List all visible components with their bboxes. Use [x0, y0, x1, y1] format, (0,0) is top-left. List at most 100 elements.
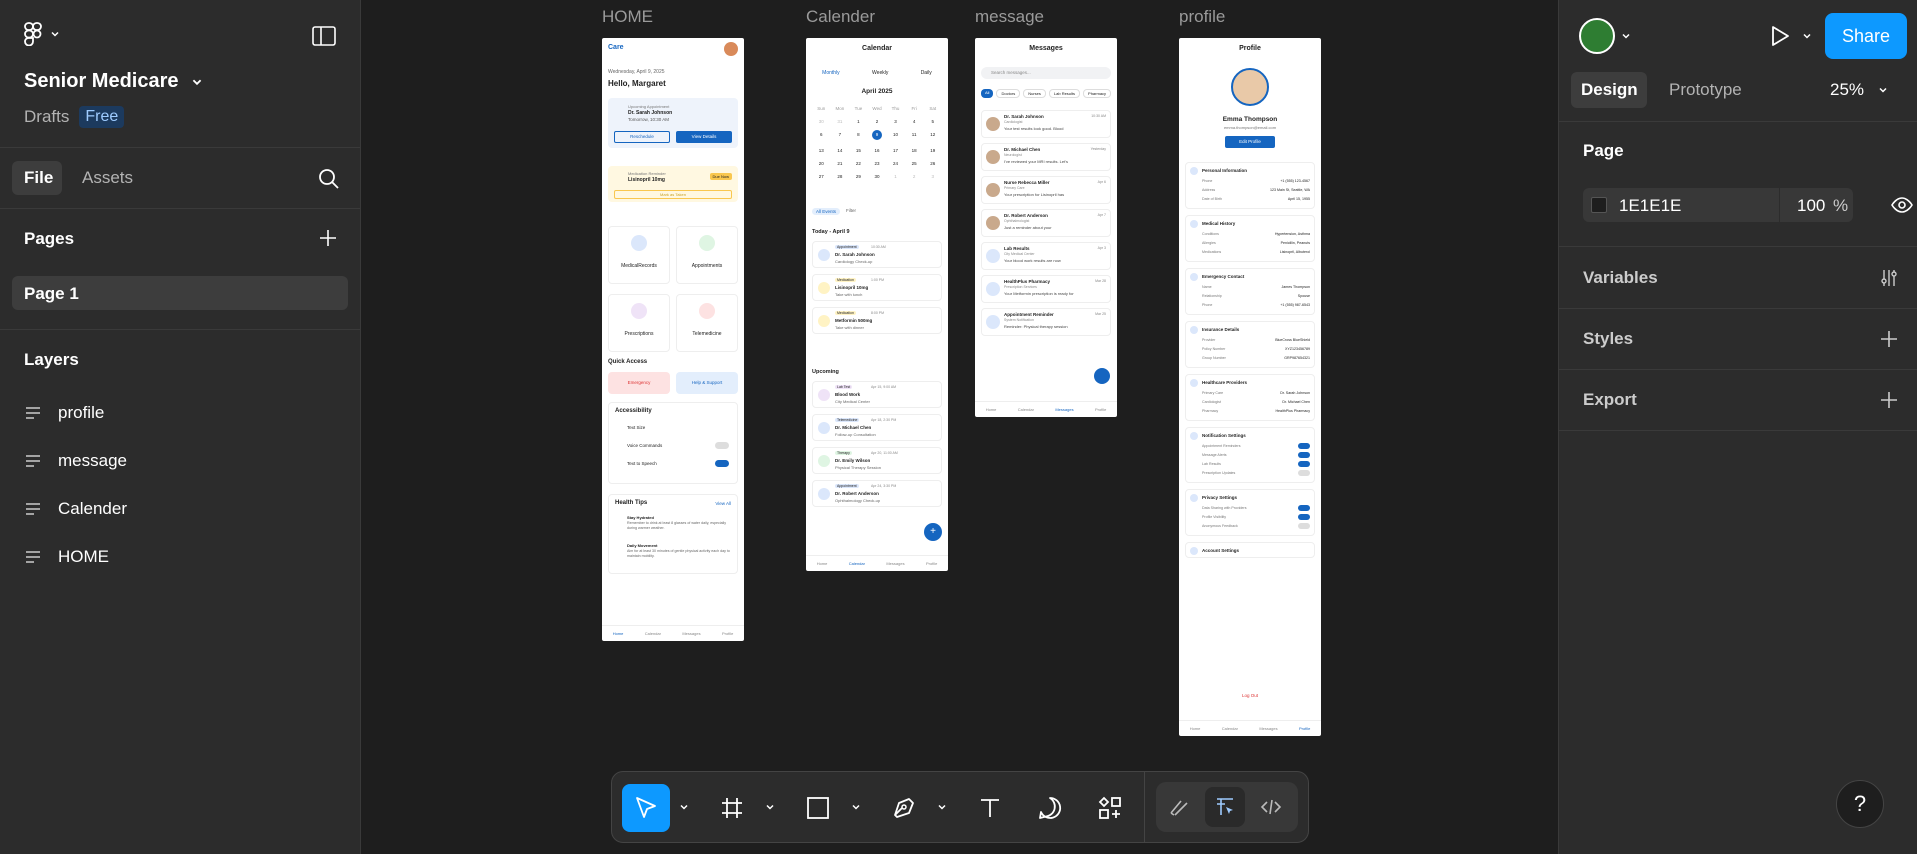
layer-message[interactable]: message	[24, 451, 127, 471]
frame-label-home[interactable]: HOME	[602, 7, 653, 27]
main-menu-button[interactable]	[24, 22, 60, 46]
nav-messages[interactable]: Messages	[1259, 726, 1277, 731]
nav-home[interactable]: Home	[1190, 726, 1201, 731]
settings-toggle[interactable]	[1298, 505, 1310, 511]
chip-nurses[interactable]: Nurses	[1023, 89, 1046, 98]
tile-appointments[interactable]: Appointments	[676, 226, 738, 284]
calendar-day[interactable]: 28	[831, 174, 850, 179]
calendar-day[interactable]: 4	[905, 119, 924, 124]
message-item[interactable]: HealthPlus Pharmacy Mar 28 Prescription Se…	[981, 275, 1111, 303]
profile-section[interactable]: Insurance Details Provider BlueCross BlueS…	[1185, 321, 1315, 368]
settings-toggle[interactable]	[1298, 452, 1310, 458]
calendar-day[interactable]: 14	[831, 148, 850, 153]
draw-mode[interactable]	[1159, 787, 1199, 827]
color-swatch[interactable]	[1591, 197, 1607, 213]
add-page-icon[interactable]	[318, 228, 338, 248]
project-location[interactable]: Drafts	[24, 107, 69, 127]
chevron-down-icon[interactable]	[1802, 31, 1812, 41]
message-item[interactable]: Nurse Rebecca Miller Apr 6 Primary Care You…	[981, 176, 1111, 204]
event-item[interactable]: Telemedicine Apr 18, 2:30 PM Dr. Michael C…	[812, 414, 942, 441]
add-style-icon[interactable]	[1879, 329, 1899, 349]
nav-profile[interactable]: Profile	[926, 561, 937, 566]
add-event-button[interactable]: +	[924, 523, 942, 541]
logout-button[interactable]: Log Out	[1179, 693, 1321, 698]
calendar-day[interactable]: 8	[849, 132, 868, 140]
calendar-day[interactable]: 13	[812, 148, 831, 153]
message-item[interactable]: Lab Results Apr 3 City Medical Center Your …	[981, 242, 1111, 270]
layer-calender[interactable]: Calender	[24, 499, 127, 519]
layer-profile[interactable]: profile	[24, 403, 104, 423]
chevron-down-icon[interactable]	[1621, 31, 1631, 41]
calendar-day[interactable]: 3	[923, 174, 942, 179]
view-all-link[interactable]: View All	[715, 501, 731, 506]
nav-calendar[interactable]: Calendar	[849, 561, 865, 566]
voice-commands-toggle[interactable]	[715, 442, 729, 449]
toggle-sidebar-icon[interactable]	[312, 26, 336, 46]
settings-toggle[interactable]	[1298, 514, 1310, 520]
calendar-day[interactable]: 26	[923, 161, 942, 166]
tab-file[interactable]: File	[12, 161, 62, 195]
chip-doctors[interactable]: Doctors	[996, 89, 1021, 98]
user-avatar[interactable]	[1579, 18, 1615, 54]
view-details-button[interactable]: View Details	[676, 131, 732, 143]
calendar-day[interactable]: 12	[923, 132, 942, 140]
canvas[interactable]: HOME Calender message profile Care Wedne…	[361, 0, 1558, 854]
profile-section[interactable]: Emergency Contact Name James Thompson Relat…	[1185, 268, 1315, 315]
frame-tool[interactable]	[708, 784, 756, 832]
calendar-day[interactable]: 1	[886, 174, 905, 179]
tab-monthly[interactable]: Monthly	[822, 70, 840, 76]
chip-all[interactable]: All	[981, 89, 994, 98]
calendar-day[interactable]: 30	[812, 119, 831, 124]
tab-design[interactable]: Design	[1571, 72, 1647, 108]
plan-badge[interactable]: Free	[79, 106, 125, 128]
frame-label-calender[interactable]: Calender	[806, 7, 875, 27]
frame-message[interactable]: Messages Search messages... All Doctors …	[975, 38, 1117, 417]
calendar-day[interactable]: 16	[868, 148, 887, 153]
help-button[interactable]: ?	[1836, 780, 1884, 828]
calendar-day[interactable]: 20	[812, 161, 831, 166]
nav-profile[interactable]: Profile	[1095, 407, 1106, 412]
tab-assets[interactable]: Assets	[82, 168, 133, 188]
profile-section[interactable]: Notification Settings Appointment Reminde…	[1185, 427, 1315, 483]
calendar-day[interactable]: 18	[905, 148, 924, 153]
nav-messages[interactable]: Messages	[682, 631, 700, 636]
layer-home[interactable]: HOME	[24, 547, 109, 567]
all-events-chip[interactable]: All Events	[812, 208, 841, 215]
nav-home[interactable]: Home	[986, 407, 997, 412]
nav-profile[interactable]: Profile	[1299, 726, 1310, 731]
frame-label-message[interactable]: message	[975, 7, 1044, 27]
nav-home[interactable]: Home	[613, 631, 624, 636]
avatar[interactable]	[724, 42, 738, 56]
frame-home[interactable]: Care Wednesday, April 9, 2025 Hello, Mar…	[602, 38, 744, 641]
medication-card[interactable]: Medication Reminder Lisinopril 10mg Due …	[608, 166, 738, 202]
tab-prototype[interactable]: Prototype	[1669, 80, 1742, 100]
profile-avatar[interactable]	[1231, 68, 1269, 106]
design-mode[interactable]	[1205, 787, 1245, 827]
bg-hex-value[interactable]: 1E1E1E	[1619, 196, 1681, 216]
tile-telemedicine[interactable]: Telemedicine	[676, 294, 738, 352]
frame-label-profile[interactable]: profile	[1179, 7, 1225, 27]
nav-home[interactable]: Home	[817, 561, 828, 566]
zoom-control[interactable]: 25%	[1830, 80, 1888, 100]
calendar-day[interactable]: 19	[923, 148, 942, 153]
nav-calendar[interactable]: Calendar	[1222, 726, 1238, 731]
event-item[interactable]: Medication 1:00 PM Lisinopril 10mg Take wit…	[812, 274, 942, 301]
move-tool[interactable]	[622, 784, 670, 832]
compose-button[interactable]	[1094, 368, 1110, 384]
calendar-day[interactable]: 31	[831, 119, 850, 124]
page-item-page-1[interactable]: Page 1	[12, 276, 348, 310]
message-item[interactable]: Appointment Reminder Mar 25 System Notific…	[981, 308, 1111, 336]
calendar-day[interactable]: 5	[923, 119, 942, 124]
profile-section[interactable]: Personal Information Phone +1 (555) 123-45…	[1185, 162, 1315, 209]
reschedule-button[interactable]: Reschedule	[614, 131, 670, 143]
event-item[interactable]: Appointment Apr 24, 3:30 PM Dr. Robert And…	[812, 480, 942, 507]
eye-icon[interactable]	[1891, 196, 1913, 214]
frame-profile[interactable]: Profile Emma Thompson emma.thompson@emai…	[1179, 38, 1321, 736]
event-item[interactable]: Lab Test Apr 15, 9:00 AM Blood Work City Me…	[812, 381, 942, 408]
calendar-day[interactable]: 29	[849, 174, 868, 179]
chevron-down-icon[interactable]	[765, 802, 775, 812]
calendar-day[interactable]: 23	[868, 161, 887, 166]
project-name-button[interactable]: Senior Medicare	[24, 70, 203, 93]
emergency-button[interactable]: Emergency	[608, 372, 670, 394]
calendar-day[interactable]: 9	[871, 130, 882, 140]
